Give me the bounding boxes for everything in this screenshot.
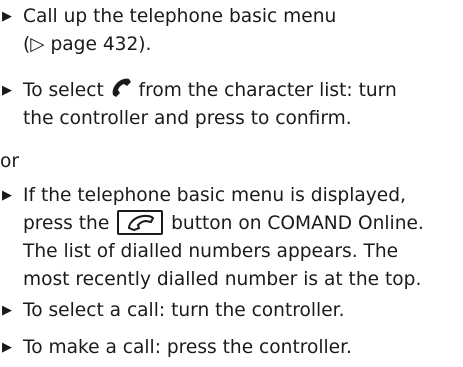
- step-2-text-before: To select: [23, 80, 110, 101]
- step-3-text-before: press the: [23, 213, 116, 234]
- phone-button-icon: [117, 210, 164, 235]
- bullet-icon: ▶: [2, 340, 12, 355]
- step-1-line-2: (▷ page 432).: [23, 34, 152, 55]
- bullet-icon: ▶: [2, 83, 12, 98]
- phone-handset-icon: [110, 77, 133, 99]
- bullet-icon: ▶: [2, 188, 12, 203]
- step-2-text-after: from the character list: turn: [132, 80, 397, 101]
- step-1: ▶ Call up the telephone basic menu (▷ pa…: [0, 3, 463, 59]
- step-4: ▶ To select a call: turn the controller.: [0, 297, 463, 325]
- step-2: ▶ To select from the character list: tur…: [0, 77, 463, 133]
- step-2-line-1: To select from the character list: turn: [23, 77, 463, 105]
- or-separator: or: [0, 151, 20, 172]
- step-3-line-1: If the telephone basic menu is displayed…: [23, 185, 406, 206]
- step-3: ▶ If the telephone basic menu is display…: [0, 182, 463, 294]
- bullet-icon: ▶: [2, 303, 12, 318]
- step-5: ▶ To make a call: press the controller.: [0, 334, 463, 362]
- bullet-icon: ▶: [2, 9, 12, 24]
- step-4-line-1: To select a call: turn the controller.: [23, 300, 345, 321]
- step-2-line-2: the controller and press to confirm.: [23, 108, 352, 129]
- step-5-line-1: To make a call: press the controller.: [23, 337, 352, 358]
- step-3-line-3: The list of dialled numbers appears. The: [23, 241, 399, 262]
- step-1-line-1: Call up the telephone basic menu: [23, 6, 337, 27]
- step-3-line-2: press the button on COMAND Online.: [23, 210, 463, 238]
- step-3-line-4: most recently dialled number is at the t…: [23, 269, 422, 290]
- step-3-text-after: button on COMAND Online.: [165, 213, 424, 234]
